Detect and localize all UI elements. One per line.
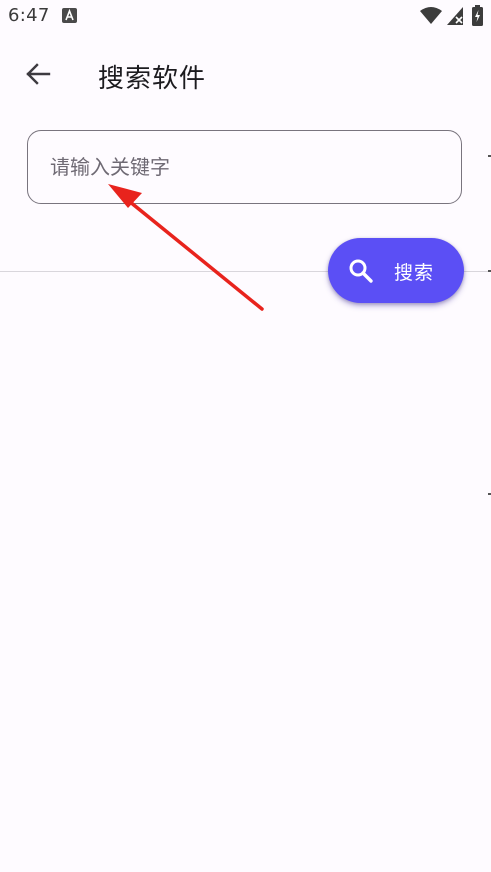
search-field[interactable] [27, 130, 462, 204]
status-bar: 6:47 [0, 0, 491, 34]
page-title: 搜索软件 [98, 64, 207, 94]
status-time: 6:47 [8, 5, 50, 26]
back-button[interactable] [14, 52, 62, 100]
search-icon [348, 258, 374, 284]
search-button-label: 搜索 [394, 262, 435, 284]
a-letter-icon [62, 8, 77, 23]
battery-charging-icon [472, 5, 483, 30]
arrow-back-icon [25, 62, 51, 90]
signal-no-service-icon [446, 6, 464, 30]
search-button[interactable]: 搜索 [328, 238, 464, 303]
app-bar: 搜索软件 [0, 40, 491, 116]
wifi-icon [420, 7, 442, 29]
search-input[interactable] [50, 131, 440, 203]
